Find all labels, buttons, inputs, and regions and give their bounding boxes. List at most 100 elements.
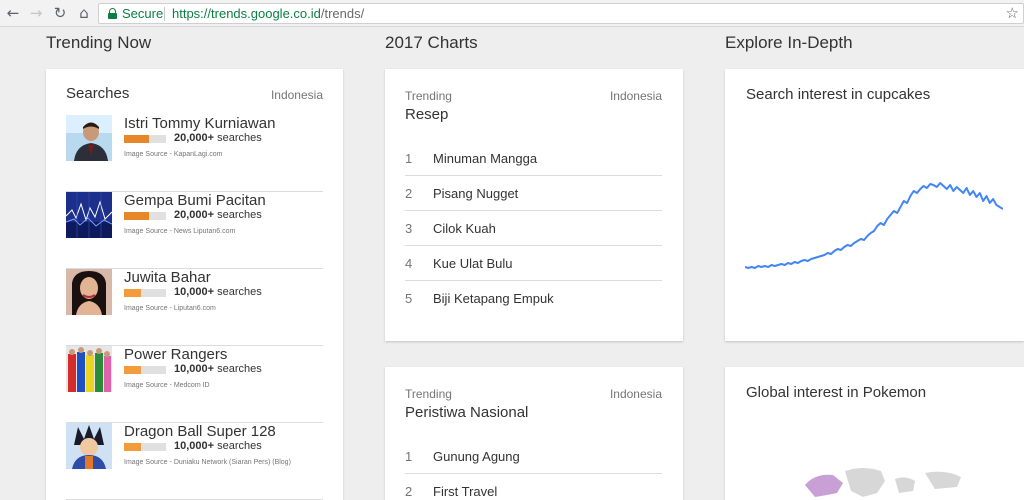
search-count-suffix: searches xyxy=(217,209,262,221)
image-source-name: KapanLagi.com xyxy=(173,151,223,158)
divider xyxy=(164,7,165,21)
rank-number: 1 xyxy=(405,151,413,166)
search-count: 20,000+ searches xyxy=(174,209,262,221)
rank-number: 2 xyxy=(405,186,413,201)
chart-list-item[interactable]: 1 Gunung Agung xyxy=(405,439,662,474)
trend-title[interactable]: Istri Tommy Kurniawan xyxy=(124,115,275,132)
rank-number: 4 xyxy=(405,256,413,271)
search-volume-bar xyxy=(124,289,166,297)
rank-number: 2 xyxy=(405,484,413,499)
image-source[interactable]: Image Source - Medcom ID xyxy=(124,382,210,389)
image-source-prefix: Image Source - xyxy=(124,305,174,312)
rank-number: 3 xyxy=(405,221,413,236)
explore-card-cupcakes[interactable]: Search interest in cupcakes xyxy=(725,69,1024,341)
rank-name[interactable]: Pisang Nugget xyxy=(433,186,518,201)
rank-number: 1 xyxy=(405,449,413,464)
trending-search-item[interactable]: Gempa Bumi Pacitan 20,000+ searches Imag… xyxy=(66,192,323,269)
trend-thumbnail xyxy=(66,115,112,161)
search-count-suffix: searches xyxy=(217,440,262,452)
image-source-name: Liputan6.com xyxy=(173,305,216,312)
search-count-suffix: searches xyxy=(217,363,262,375)
forward-arrow-icon[interactable]: → xyxy=(27,4,45,22)
back-arrow-icon[interactable]: ← xyxy=(4,4,22,22)
chart-list-item[interactable]: 2 Pisang Nugget xyxy=(405,176,662,211)
trend-thumbnail xyxy=(66,269,112,315)
search-count-value: 20,000+ xyxy=(174,209,215,221)
section-title-explore: Explore In-Depth xyxy=(725,33,853,52)
secure-label: Secure xyxy=(122,6,164,21)
search-volume-fill xyxy=(124,135,150,143)
chart-card-label: Trending xyxy=(405,387,452,401)
image-source-prefix: Image Source - xyxy=(124,382,174,389)
trending-search-item[interactable]: Juwita Bahar 10,000+ searches Image Sour… xyxy=(66,269,323,346)
interest-line-chart xyxy=(745,182,1003,269)
trend-thumbnail xyxy=(66,423,112,469)
section-title-2017-charts: 2017 Charts xyxy=(385,33,478,52)
image-source-name: Duniaku Network (Siaran Pers) (Blog) xyxy=(173,459,291,466)
image-source-name: News Liputan6.com xyxy=(173,228,236,235)
search-count: 10,000+ searches xyxy=(174,286,262,298)
image-source[interactable]: Image Source - Duniaku Network (Siaran P… xyxy=(124,459,291,466)
trending-search-item[interactable]: Power Rangers 10,000+ searches Image Sou… xyxy=(66,346,323,423)
url-path: /trends/ xyxy=(320,6,365,21)
search-count-value: 10,000+ xyxy=(174,286,215,298)
search-count-value: 10,000+ xyxy=(174,440,215,452)
search-volume-bar xyxy=(124,443,166,451)
image-source-prefix: Image Source - xyxy=(124,228,174,235)
lock-icon xyxy=(108,8,117,19)
image-source[interactable]: Image Source - Liputan6.com xyxy=(124,305,216,312)
rank-name[interactable]: Biji Ketapang Empuk xyxy=(433,291,554,306)
search-volume-fill xyxy=(124,366,141,374)
chart-list-item[interactable]: 1 Minuman Mangga xyxy=(405,141,662,176)
trend-title[interactable]: Power Rangers xyxy=(124,346,227,363)
rank-name[interactable]: Minuman Mangga xyxy=(433,151,537,166)
browser-toolbar: ← → ↻ ⌂ Secure https://trends.google.co.… xyxy=(0,0,1024,27)
search-volume-bar xyxy=(124,212,166,220)
search-volume-fill xyxy=(124,289,141,297)
chart-card-label: Trending xyxy=(405,89,452,103)
searches-heading: Searches xyxy=(66,85,130,102)
trend-title[interactable]: Juwita Bahar xyxy=(124,269,211,286)
interest-line xyxy=(745,182,1003,269)
trending-search-item[interactable]: Istri Tommy Kurniawan 20,000+ searches I… xyxy=(66,115,323,192)
section-title-trending-now: Trending Now xyxy=(46,33,152,52)
chart-card-peristiwa-nasional[interactable]: Trending Indonesia Peristiwa Nasional 1 … xyxy=(385,367,683,500)
search-count-value: 20,000+ xyxy=(174,132,215,144)
trend-title[interactable]: Dragon Ball Super 128 xyxy=(124,423,276,440)
url-text[interactable]: https://trends.google.co.id/trends/ xyxy=(172,6,364,21)
rank-name[interactable]: First Travel xyxy=(433,484,497,499)
search-volume-bar xyxy=(124,135,166,143)
chart-list-item[interactable]: 2 First Travel xyxy=(405,474,662,500)
rank-name[interactable]: Gunung Agung xyxy=(433,449,520,464)
searches-region: Indonesia xyxy=(270,88,323,102)
rank-name[interactable]: Kue Ulat Bulu xyxy=(433,256,513,271)
reload-icon[interactable]: ↻ xyxy=(51,4,69,22)
trend-thumbnail xyxy=(66,192,112,238)
chart-card-resep[interactable]: Trending Indonesia Resep 1 Minuman Mangg… xyxy=(385,69,683,341)
explore-card-pokemon[interactable]: Global interest in Pokemon xyxy=(725,367,1024,500)
explore-card-title: Global interest in Pokemon xyxy=(746,384,927,401)
trend-thumbnail xyxy=(66,346,112,392)
chart-list-item[interactable]: 5 Biji Ketapang Empuk xyxy=(405,281,662,316)
world-map xyxy=(805,468,961,497)
search-volume-fill xyxy=(124,212,150,220)
image-source[interactable]: Image Source - News Liputan6.com xyxy=(124,228,235,235)
image-source[interactable]: Image Source - KapanLagi.com xyxy=(124,151,222,158)
rank-number: 5 xyxy=(405,291,413,306)
search-count-suffix: searches xyxy=(217,132,262,144)
image-source-name: Medcom ID xyxy=(173,382,210,389)
home-icon[interactable]: ⌂ xyxy=(75,4,93,22)
address-bar[interactable]: Secure https://trends.google.co.id/trend… xyxy=(98,3,1024,24)
chart-list-item[interactable]: 4 Kue Ulat Bulu xyxy=(405,246,662,281)
chart-card-title[interactable]: Peristiwa Nasional xyxy=(405,404,528,421)
chart-card-title[interactable]: Resep xyxy=(405,106,448,123)
chart-list-item[interactable]: 3 Cilok Kuah xyxy=(405,211,662,246)
url-host: https://trends.google.co.id xyxy=(172,6,321,21)
bookmark-star-icon[interactable]: ☆ xyxy=(1006,4,1019,22)
trend-title[interactable]: Gempa Bumi Pacitan xyxy=(124,192,266,209)
trending-search-item[interactable]: Dragon Ball Super 128 10,000+ searches I… xyxy=(66,423,323,500)
explore-card-title: Search interest in cupcakes xyxy=(746,86,931,103)
rank-name[interactable]: Cilok Kuah xyxy=(433,221,496,236)
chart-card-region: Indonesia xyxy=(609,89,662,103)
image-source-prefix: Image Source - xyxy=(124,459,174,466)
